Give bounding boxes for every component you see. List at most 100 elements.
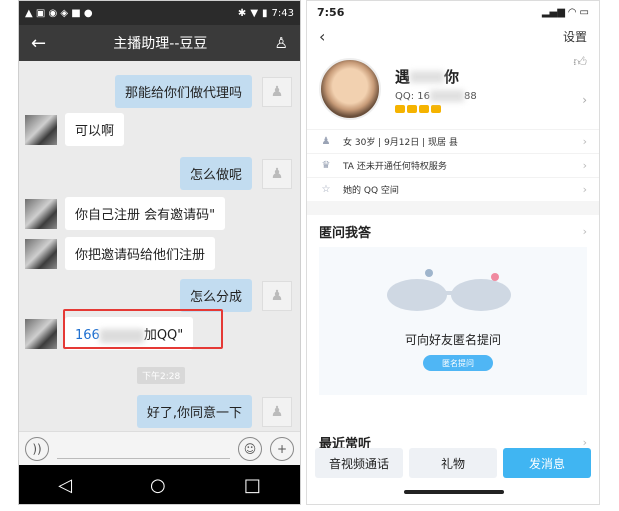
avatar[interactable]: ♟: [262, 280, 292, 311]
redacted-blur: [430, 89, 465, 102]
chevron-right-icon: ›: [582, 183, 587, 196]
emoji-icon[interactable]: ☺: [238, 436, 262, 461]
chevron-right-icon: ›: [582, 93, 587, 107]
redacted-blur: [410, 71, 445, 83]
anon-prompt: 可向好友匿名提问: [404, 333, 501, 347]
chat-area: 那能给你们做代理吗 ♟ 可以啊 怎么做呢 ♟ 你自己注册 会有邀请码" 你把邀请…: [19, 61, 300, 431]
message-row: 怎么分成 ♟: [179, 279, 292, 312]
bluetooth-icon: ✱: [237, 7, 247, 19]
qq-prefix: QQ: 16: [395, 90, 431, 102]
red-highlight-box: [63, 309, 223, 349]
profile-name: 遇你: [395, 66, 477, 87]
avatar[interactable]: ♟: [262, 158, 292, 189]
profile-icon[interactable]: ♙: [275, 34, 288, 52]
profile-header[interactable]: 遇你 QQ: 16 88 👍︎ ›: [307, 49, 599, 129]
screenshot-stage: ▲ ▣ ◉ ◈ ■ ● ✱ ▼ ▮ 7:43 ← 主播助理--豆豆 ♙ 那能给你…: [0, 0, 619, 511]
message-bubble: 可以啊: [65, 113, 125, 146]
voice-icon[interactable]: )): [25, 436, 49, 461]
gift-button[interactable]: 礼物: [409, 448, 497, 478]
system-icons: ▂▄▆ ◠ ▭: [541, 6, 589, 18]
chat-header: ← 主播助理--豆豆 ♙: [19, 25, 300, 61]
avatar[interactable]: ♟: [262, 396, 292, 427]
back-arrow-icon[interactable]: ←: [31, 33, 46, 54]
star-icon: ☆: [321, 184, 331, 195]
crown-icon: [407, 104, 417, 113]
person-icon: ♟: [321, 136, 331, 147]
message-row: 你把邀请码给他们注册: [25, 237, 216, 270]
section-divider: [307, 201, 599, 215]
chevron-right-icon: ›: [582, 135, 587, 148]
back-triangle-icon[interactable]: ◁: [58, 475, 72, 496]
user-silhouette-icon: ♟: [270, 83, 284, 100]
message-bubble: 你把邀请码给他们注册: [65, 237, 216, 270]
info-row-privilege[interactable]: ♛ TA 还未开通任何特权服务 ›: [307, 153, 599, 177]
action-bar: 音视频通话 礼物 发消息: [315, 448, 591, 478]
user-silhouette-icon: ♟: [270, 287, 284, 304]
profile-avatar[interactable]: [319, 58, 381, 120]
avatar[interactable]: ♟: [262, 76, 292, 107]
status-bar: 7:56 ▂▄▆ ◠ ▭: [307, 1, 599, 23]
user-silhouette-icon: ♟: [270, 165, 284, 182]
sunglasses-illustration: [387, 269, 511, 311]
avatar[interactable]: [25, 114, 57, 145]
message-row: 那能给你们做代理吗 ♟: [114, 75, 292, 108]
message-row: 可以啊: [25, 113, 125, 146]
message-bubble: 好了,你同意一下: [136, 395, 252, 428]
chat-title: 主播助理--豆豆: [113, 36, 208, 52]
send-message-button[interactable]: 发消息: [503, 448, 591, 478]
status-time: 7:56: [317, 5, 345, 19]
timestamp: 下午2:28: [137, 367, 186, 384]
input-actions: ☺ +: [238, 436, 294, 461]
plus-icon[interactable]: +: [270, 436, 294, 461]
section-title: 匿问我答: [319, 225, 372, 241]
info-row-qzone[interactable]: ☆ 她的 QQ 空间 ›: [307, 177, 599, 201]
chat-input-bar: )) ☺ +: [19, 431, 300, 465]
system-icons: ✱ ▼ ▮ 7:43: [238, 8, 294, 19]
user-silhouette-icon: ♟: [270, 403, 284, 420]
wifi-icon: ▼: [250, 7, 259, 19]
name-suffix: 你: [444, 67, 460, 86]
home-indicator: [404, 490, 504, 494]
info-row-basic[interactable]: ♟ 女 30岁 | 9月12日 | 现居 县 ›: [307, 129, 599, 153]
video-call-button[interactable]: 音视频通话: [315, 448, 403, 478]
message-row: 怎么做呢 ♟: [179, 157, 292, 190]
crown-icon: [395, 104, 405, 113]
recents-square-icon[interactable]: □: [244, 475, 261, 496]
chevron-right-icon: ›: [582, 159, 587, 172]
message-bubble: 怎么分成: [179, 279, 252, 312]
home-circle-icon[interactable]: ○: [150, 475, 166, 496]
battery-icon: ▮: [262, 7, 268, 19]
message-bubble: 你自己注册 会有邀请码": [65, 197, 226, 230]
crown-icon: [431, 104, 441, 113]
qq-suffix: 88: [464, 90, 477, 102]
back-chevron-icon[interactable]: ‹: [319, 27, 325, 46]
notification-icons: ▲ ▣ ◉ ◈ ■ ●: [25, 7, 93, 19]
profile-nav: ‹ 设置: [307, 23, 599, 49]
avatar[interactable]: [25, 238, 57, 269]
chevron-right-icon: ›: [582, 435, 587, 449]
chevron-right-icon: ›: [582, 224, 587, 238]
message-row: 你自己注册 会有邀请码": [25, 197, 226, 230]
message-bubble: 怎么做呢: [179, 157, 252, 190]
message-row: 好了,你同意一下 ♟: [136, 395, 292, 428]
android-nav-bar: ◁ ○ □: [19, 465, 300, 504]
avatar[interactable]: [25, 318, 57, 349]
settings-link[interactable]: 设置: [563, 28, 587, 45]
anon-qa-panel: 可向好友匿名提问 匿名提问: [319, 247, 587, 395]
thumbs-up-icon[interactable]: 👍︎: [573, 55, 587, 70]
crown-icon: [419, 104, 429, 113]
level-badges: [395, 104, 477, 113]
left-phone-chat: ▲ ▣ ◉ ◈ ■ ● ✱ ▼ ▮ 7:43 ← 主播助理--豆豆 ♙ 那能给你…: [18, 0, 301, 505]
right-phone-profile: 7:56 ▂▄▆ ◠ ▭ ‹ 设置 遇你 QQ: 16 88 👍︎ › ♟ 女 …: [306, 0, 600, 505]
message-input[interactable]: [57, 439, 230, 459]
name-prefix: 遇: [395, 67, 411, 86]
qq-number: QQ: 16 88: [395, 89, 477, 102]
avatar[interactable]: [25, 198, 57, 229]
message-bubble: 那能给你们做代理吗: [114, 75, 252, 108]
profile-info: 遇你 QQ: 16 88: [395, 66, 477, 113]
anon-ask-button[interactable]: 匿名提问: [423, 355, 493, 371]
anon-qa-header[interactable]: 匿问我答 ›: [307, 215, 599, 247]
status-bar: ▲ ▣ ◉ ◈ ■ ● ✱ ▼ ▮ 7:43: [19, 1, 300, 25]
status-time: 7:43: [271, 7, 294, 19]
crown-icon: ♛: [321, 160, 331, 171]
